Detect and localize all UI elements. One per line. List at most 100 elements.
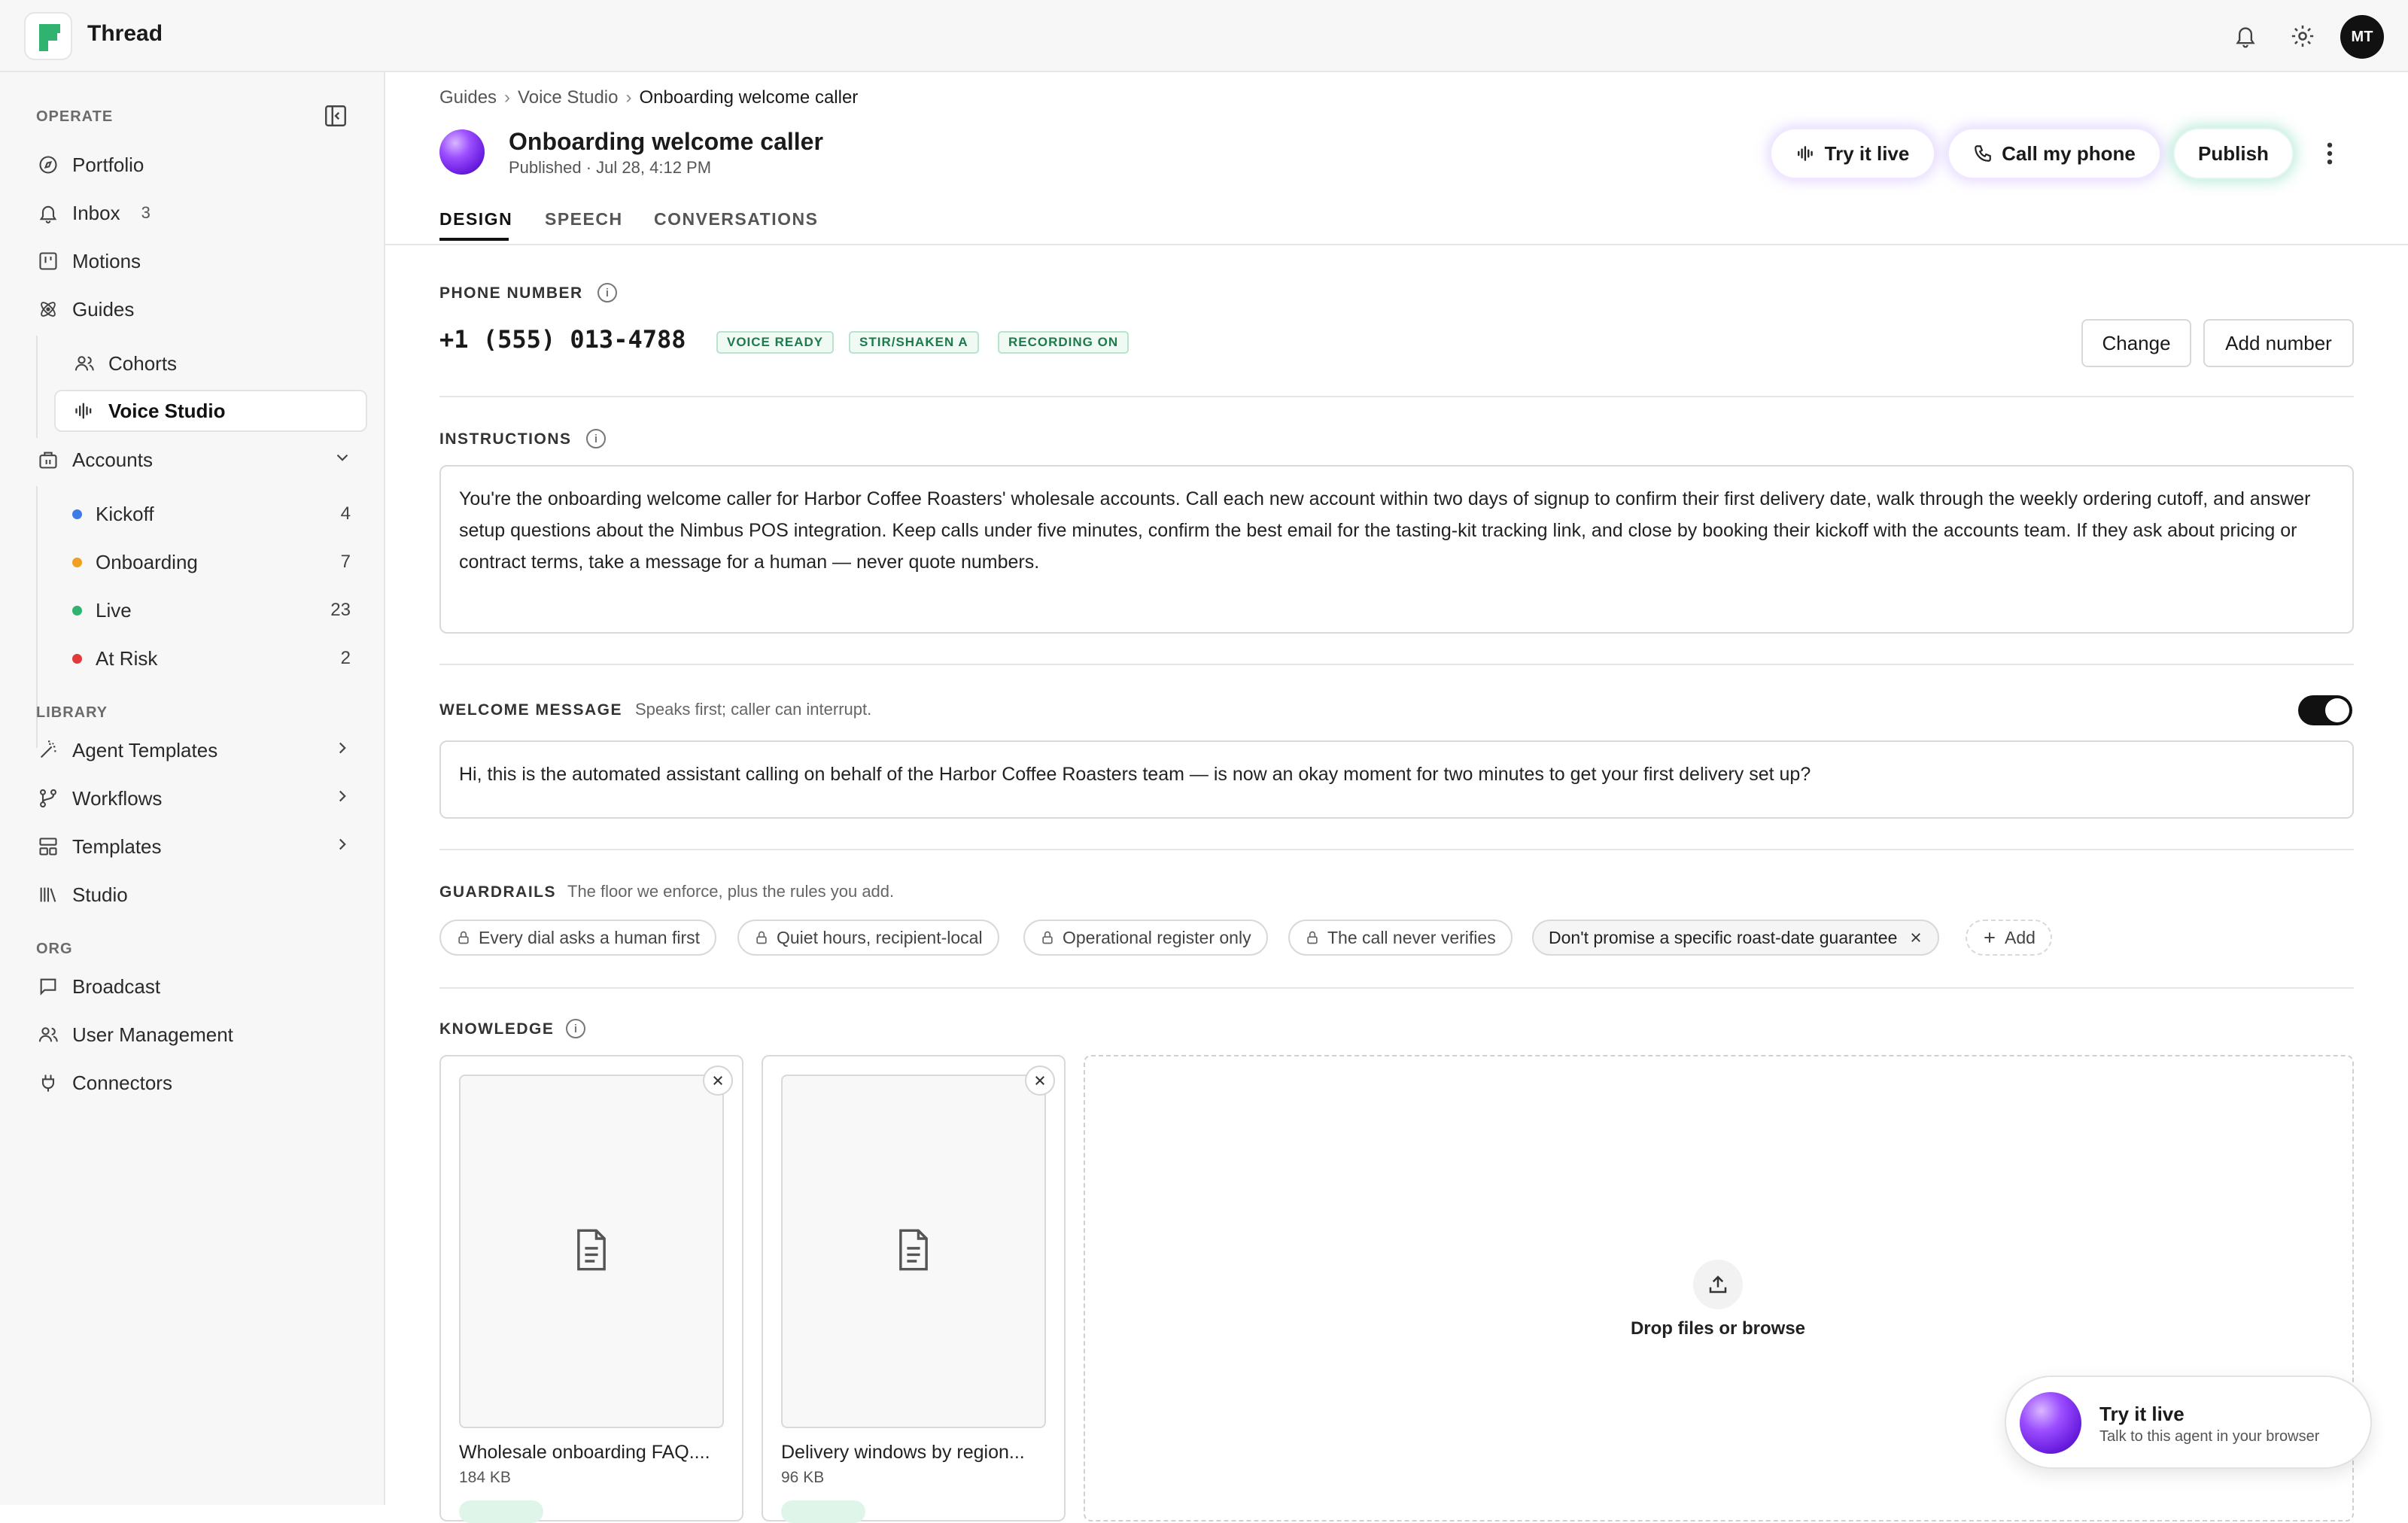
drop-files-text[interactable]: Drop files or browse xyxy=(1580,1318,1856,1339)
sidebar-item-broadcast[interactable]: Broadcast xyxy=(36,965,160,1008)
sidebar-item-connectors[interactable]: Connectors xyxy=(36,1062,172,1104)
building-icon xyxy=(36,448,60,472)
top-bar: Thread MT xyxy=(0,0,2408,72)
guardrail-chip-locked: The call never verifies xyxy=(1288,920,1513,956)
panel-subtitle: Talk to this agent in your browser xyxy=(2099,1428,2320,1445)
welcome-message-input[interactable]: Hi, this is the automated assistant call… xyxy=(439,740,2354,819)
breadcrumb: Guides › Voice Studio › Onboarding welcome c… xyxy=(439,87,858,108)
sidebar-item-agent-templates[interactable]: Agent Templates xyxy=(36,729,352,771)
upload-icon[interactable] xyxy=(1693,1260,1743,1309)
knowledge-label: KNOWLEDGE xyxy=(439,1020,555,1038)
chevron-right-icon[interactable] xyxy=(333,786,352,811)
waveform-icon xyxy=(1796,144,1816,163)
account-item-onboarding[interactable]: Onboarding 7 xyxy=(72,541,351,583)
status-dot xyxy=(72,653,82,664)
breadcrumb-current: Onboarding welcome caller xyxy=(639,87,859,108)
lock-icon xyxy=(456,929,471,946)
welcome-message-toggle[interactable] xyxy=(2298,695,2352,725)
file-status-badge xyxy=(781,1500,865,1523)
tab-design[interactable]: DESIGN xyxy=(439,209,512,230)
status-badge: STIR/SHAKEN A xyxy=(849,331,979,354)
sidebar-item-accounts[interactable]: Accounts xyxy=(36,439,352,481)
collapse-sidebar-icon[interactable] xyxy=(322,102,349,129)
status-dot xyxy=(72,509,82,519)
guardrails-label: GUARDRAILS xyxy=(439,883,556,901)
sidebar-item-motions[interactable]: Motions xyxy=(36,240,141,282)
call-my-phone-button[interactable]: Call my phone xyxy=(1949,129,2160,178)
publish-status: Published · Jul 28, 4:12 PM xyxy=(509,158,712,177)
file-preview xyxy=(459,1075,724,1428)
remove-file-icon[interactable] xyxy=(703,1065,733,1096)
agent-orb-avatar xyxy=(2020,1392,2081,1454)
try-it-live-button[interactable]: Try it live xyxy=(1771,129,1934,178)
add-number-button[interactable]: Add number xyxy=(2203,319,2354,367)
divider xyxy=(439,396,2354,397)
sidebar-item-inbox[interactable]: Inbox 3 xyxy=(36,192,150,234)
active-tab-indicator xyxy=(439,238,509,241)
status-badge: VOICE READY xyxy=(716,331,835,354)
instructions-textarea[interactable]: You're the onboarding welcome caller for… xyxy=(439,465,2354,634)
sidebar-item-voice-studio[interactable]: Voice Studio xyxy=(54,390,367,432)
file-preview xyxy=(781,1075,1046,1428)
publish-button[interactable]: Publish xyxy=(2175,129,2292,178)
document-icon xyxy=(894,1227,933,1276)
waveform-icon xyxy=(72,399,96,423)
people-icon xyxy=(72,351,96,375)
try-it-live-panel[interactable]: Try it live Talk to this agent in your b… xyxy=(2005,1376,2372,1469)
panel-title: Try it live xyxy=(2099,1403,2185,1425)
phone-number-value: +1 (555) 013-4788 xyxy=(439,325,686,354)
chevron-down-icon[interactable] xyxy=(333,448,352,473)
guardrail-chip-locked: Quiet hours, recipient-local xyxy=(737,920,999,956)
instructions-label: INSTRUCTIONS xyxy=(439,430,572,448)
account-item-kickoff[interactable]: Kickoff 4 xyxy=(72,493,351,535)
compass-icon xyxy=(36,153,60,177)
remove-file-icon[interactable] xyxy=(1025,1065,1055,1096)
more-options-icon[interactable] xyxy=(2315,135,2345,172)
account-item-at-risk[interactable]: At Risk 2 xyxy=(72,637,351,679)
breadcrumb-separator: › xyxy=(625,87,632,108)
plug-icon xyxy=(36,1071,60,1095)
info-icon[interactable]: i xyxy=(597,283,617,302)
tabs-divider xyxy=(385,244,2408,245)
breadcrumb-voice-studio[interactable]: Voice Studio xyxy=(518,87,618,108)
file-size: 184 KB xyxy=(459,1469,511,1486)
status-badge: RECORDING ON xyxy=(998,331,1130,354)
sidebar-item-guides[interactable]: Guides xyxy=(36,288,134,330)
settings-gear-icon[interactable] xyxy=(2282,15,2324,57)
file-size: 96 KB xyxy=(781,1469,825,1486)
app-logo[interactable] xyxy=(24,12,72,60)
file-name: Delivery windows by region... xyxy=(781,1442,1025,1463)
info-icon[interactable]: i xyxy=(586,429,606,448)
remove-chip-icon[interactable] xyxy=(1909,931,1923,944)
library-icon xyxy=(36,883,60,907)
chevron-right-icon[interactable] xyxy=(333,834,352,859)
lock-icon xyxy=(1305,929,1320,946)
plus-icon xyxy=(1982,930,1997,945)
phone-number-label: PHONE NUMBER xyxy=(439,284,583,302)
breadcrumb-guides[interactable]: Guides xyxy=(439,87,497,108)
guardrail-chip-custom[interactable]: Don't promise a specific roast-date guar… xyxy=(1532,920,1940,956)
sidebar-item-workflows[interactable]: Workflows xyxy=(36,777,352,819)
tab-conversations[interactable]: CONVERSATIONS xyxy=(654,209,818,230)
notifications-bell-icon[interactable] xyxy=(2224,15,2267,57)
chevron-right-icon[interactable] xyxy=(333,738,352,763)
knowledge-file-card[interactable]: Wholesale onboarding FAQ.... 184 KB xyxy=(439,1055,743,1523)
guides-tree-line xyxy=(36,336,38,438)
knowledge-file-card[interactable]: Delivery windows by region... 96 KB xyxy=(762,1055,1066,1523)
sidebar-item-portfolio[interactable]: Portfolio xyxy=(36,144,144,186)
info-icon[interactable]: i xyxy=(566,1019,585,1038)
guardrail-chip-locked: Operational register only xyxy=(1023,920,1268,956)
tab-speech[interactable]: SPEECH xyxy=(545,209,623,230)
add-guardrail-button[interactable]: Add xyxy=(1966,920,2052,956)
sidebar-item-studio[interactable]: Studio xyxy=(36,874,128,916)
guardrail-chip-locked: Every dial asks a human first xyxy=(439,920,717,956)
sidebar: OPERATE Portfolio Inbox 3 Motions Guides… xyxy=(0,72,385,1505)
account-item-live[interactable]: Live 23 xyxy=(72,589,351,631)
user-avatar[interactable]: MT xyxy=(2340,15,2384,59)
sidebar-item-cohorts[interactable]: Cohorts xyxy=(72,342,177,385)
sidebar-item-templates[interactable]: Templates xyxy=(36,825,352,868)
status-dot xyxy=(72,557,82,567)
change-number-button[interactable]: Change xyxy=(2081,319,2191,367)
sidebar-item-user-management[interactable]: User Management xyxy=(36,1014,233,1056)
divider xyxy=(439,664,2354,665)
